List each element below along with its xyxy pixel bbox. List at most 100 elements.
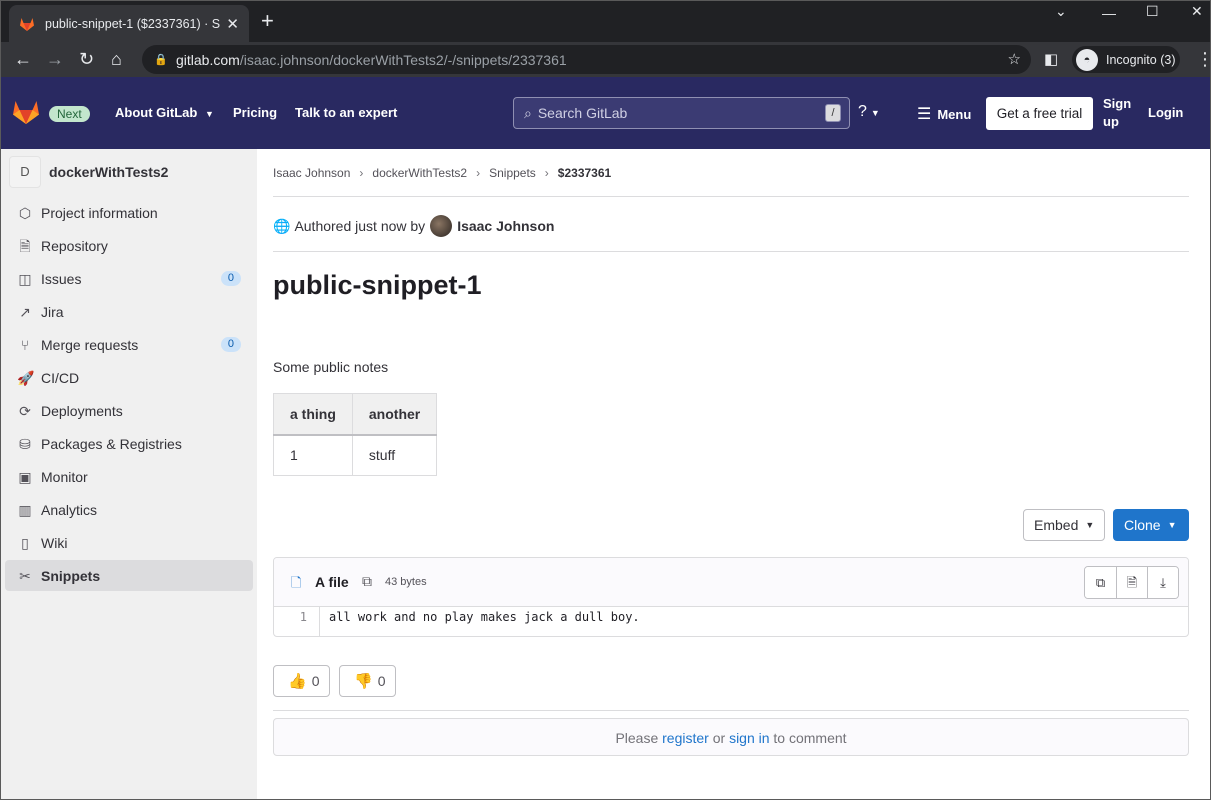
comment-suffix: to comment <box>773 730 847 746</box>
close-tab-icon[interactable]: ✕ <box>226 15 239 33</box>
sidebar-item-jira[interactable]: ↗ Jira <box>5 296 253 327</box>
home-icon[interactable]: ⌂ <box>111 48 122 70</box>
login-link[interactable]: Login <box>1148 105 1183 120</box>
gitlab-logo-icon[interactable] <box>12 99 40 125</box>
page-title: public-snippet-1 <box>273 270 482 300</box>
sign-in-link[interactable]: sign in <box>729 730 769 746</box>
issues-icon: ◫ <box>18 270 32 287</box>
line-number[interactable]: 1 <box>274 607 320 636</box>
url-path: /isaac.johnson/dockerWithTests2/-/snippe… <box>239 51 567 68</box>
maximize-icon[interactable]: ☐ <box>1146 3 1159 20</box>
sidebar-item-project-information[interactable]: ⬡ Project information <box>5 197 253 228</box>
sidebar-item-merge-requests[interactable]: ⑂ Merge requests 0 <box>5 329 253 360</box>
thumbs-down-count: 0 <box>377 673 386 689</box>
pricing-link[interactable]: Pricing <box>233 105 277 120</box>
minimize-icon[interactable]: — <box>1102 5 1116 21</box>
sidebar-item-label: Repository <box>41 237 108 254</box>
hamburger-icon: ☰ <box>917 106 932 123</box>
table-header-cell: a thing <box>273 393 353 436</box>
chevron-down-icon: ▼ <box>1085 520 1095 530</box>
sidebar-item-label: Snippets <box>41 567 101 584</box>
bookmark-star-icon[interactable]: ☆ <box>1008 50 1021 68</box>
breadcrumb-current[interactable]: $2337361 <box>558 166 611 180</box>
sidebar-item-cicd[interactable]: 🚀 CI/CD <box>5 362 253 393</box>
globe-icon: 🌐 <box>273 217 291 234</box>
clone-label: Clone <box>1124 517 1161 533</box>
clone-dropdown[interactable]: Clone ▼ <box>1113 509 1189 541</box>
close-window-icon[interactable]: ✕ <box>1191 3 1203 20</box>
new-tab-icon[interactable]: + <box>261 9 274 33</box>
sidebar-item-analytics[interactable]: ▥ Analytics <box>5 494 253 525</box>
search-input[interactable]: ⌕ Search GitLab / <box>513 97 850 129</box>
browser-menu-icon[interactable]: ⋮ <box>1196 48 1210 70</box>
file-name: A file <box>315 574 349 590</box>
breadcrumb-chevron-icon: › <box>476 166 481 180</box>
sidebar-item-deployments[interactable]: ⟳ Deployments <box>5 395 253 426</box>
back-icon[interactable]: ← <box>14 48 32 70</box>
chart-icon: ▥ <box>18 501 32 518</box>
breadcrumb-project[interactable]: dockerWithTests2 <box>372 166 467 180</box>
project-info-icon: ⬡ <box>18 204 32 221</box>
embed-dropdown[interactable]: Embed ▼ <box>1023 509 1105 541</box>
sidebar-item-packages-registries[interactable]: ⛁ Packages & Registries <box>5 428 253 459</box>
author-name[interactable]: Isaac Johnson <box>457 218 554 234</box>
sidebar-item-monitor[interactable]: ▣ Monitor <box>5 461 253 492</box>
sidebar-item-label: Analytics <box>41 501 98 518</box>
sidebar-item-label: Deployments <box>41 402 123 419</box>
snippet-file: 🗋 A file ⧉ 43 bytes ⧉ 🗎 ⤓ 1 all work and… <box>273 557 1189 637</box>
incognito-indicator[interactable]: ◓ Incognito (3) <box>1072 46 1180 73</box>
sidebar-item-label: Wiki <box>41 534 68 551</box>
project-header[interactable]: D dockerWithTests2 <box>9 156 168 188</box>
open-raw-icon[interactable]: 🗎 <box>1116 567 1147 598</box>
divider <box>273 251 1189 252</box>
sidebar-item-snippets[interactable]: ✂ Snippets <box>5 560 253 591</box>
sidebar-item-repository[interactable]: 🗎 Repository <box>5 230 253 261</box>
next-badge[interactable]: Next <box>49 106 90 122</box>
breadcrumb-user[interactable]: Isaac Johnson <box>273 166 350 180</box>
breadcrumb-chevron-icon: › <box>359 166 364 180</box>
comment-or: or <box>712 730 726 746</box>
chevron-down-icon: ▼ <box>1167 520 1177 530</box>
merge-request-icon: ⑂ <box>20 336 30 353</box>
breadcrumb-chevron-icon: › <box>544 166 549 180</box>
search-placeholder: Search GitLab <box>537 105 628 121</box>
thumbs-up-button[interactable]: 👍 0 <box>273 665 331 697</box>
sidebar-item-wiki[interactable]: ▯ Wiki <box>5 527 253 558</box>
sidebar-item-label: Jira <box>41 303 64 320</box>
help-icon[interactable]: ? ▼ <box>858 103 880 121</box>
code-line: 1 all work and no play makes jack a dull… <box>274 607 1188 636</box>
scissors-icon: ✂ <box>19 567 31 584</box>
address-bar[interactable]: 🔒 gitlab.com/isaac.johnson/dockerWithTes… <box>142 45 1031 74</box>
side-panel-icon[interactable]: ◧ <box>1044 49 1058 71</box>
snippet-description: Some public notes <box>273 359 389 375</box>
talk-to-expert-link[interactable]: Talk to an expert <box>295 105 397 120</box>
copy-contents-icon[interactable]: ⧉ <box>1085 567 1116 598</box>
package-icon: ⛁ <box>19 435 31 452</box>
thumbs-down-button[interactable]: 👎 0 <box>339 665 397 697</box>
reload-icon[interactable]: ↻ <box>79 48 94 70</box>
breadcrumb-snippets[interactable]: Snippets <box>489 166 536 180</box>
forward-icon[interactable]: → <box>46 48 64 70</box>
sign-up-link[interactable]: Sign up <box>1103 95 1133 131</box>
download-icon[interactable]: ⤓ <box>1147 567 1178 598</box>
copy-path-icon[interactable]: ⧉ <box>362 573 372 590</box>
sidebar-item-label: Project information <box>41 204 158 221</box>
about-gitlab-menu[interactable]: About GitLab ▼ <box>115 105 214 120</box>
menu-button[interactable]: ☰ Menu <box>917 104 971 124</box>
free-trial-button[interactable]: Get a free trial <box>986 97 1093 130</box>
register-link[interactable]: register <box>662 730 709 746</box>
browser-tab[interactable]: public-snippet-1 ($2337361) · Sni ✕ <box>9 5 249 42</box>
chevron-down-icon: ▼ <box>204 109 214 119</box>
avatar[interactable] <box>430 215 453 237</box>
tab-search-icon[interactable]: ⌄ <box>1055 3 1067 20</box>
authored-text: Authored just now by <box>294 218 426 234</box>
code-text: all work and no play makes jack a dull b… <box>329 610 640 624</box>
project-name: dockerWithTests2 <box>49 164 169 180</box>
menu-label: Menu <box>937 107 972 122</box>
gitlab-header: Next About GitLab ▼ Pricing Talk to an e… <box>1 77 1210 149</box>
file-size: 43 bytes <box>385 576 427 588</box>
search-icon: ⌕ <box>524 104 532 121</box>
sidebar-item-label: Merge requests <box>41 336 139 353</box>
sidebar-item-issues[interactable]: ◫ Issues 0 <box>5 263 253 294</box>
thumbs-down-icon: 👎 <box>354 673 373 690</box>
